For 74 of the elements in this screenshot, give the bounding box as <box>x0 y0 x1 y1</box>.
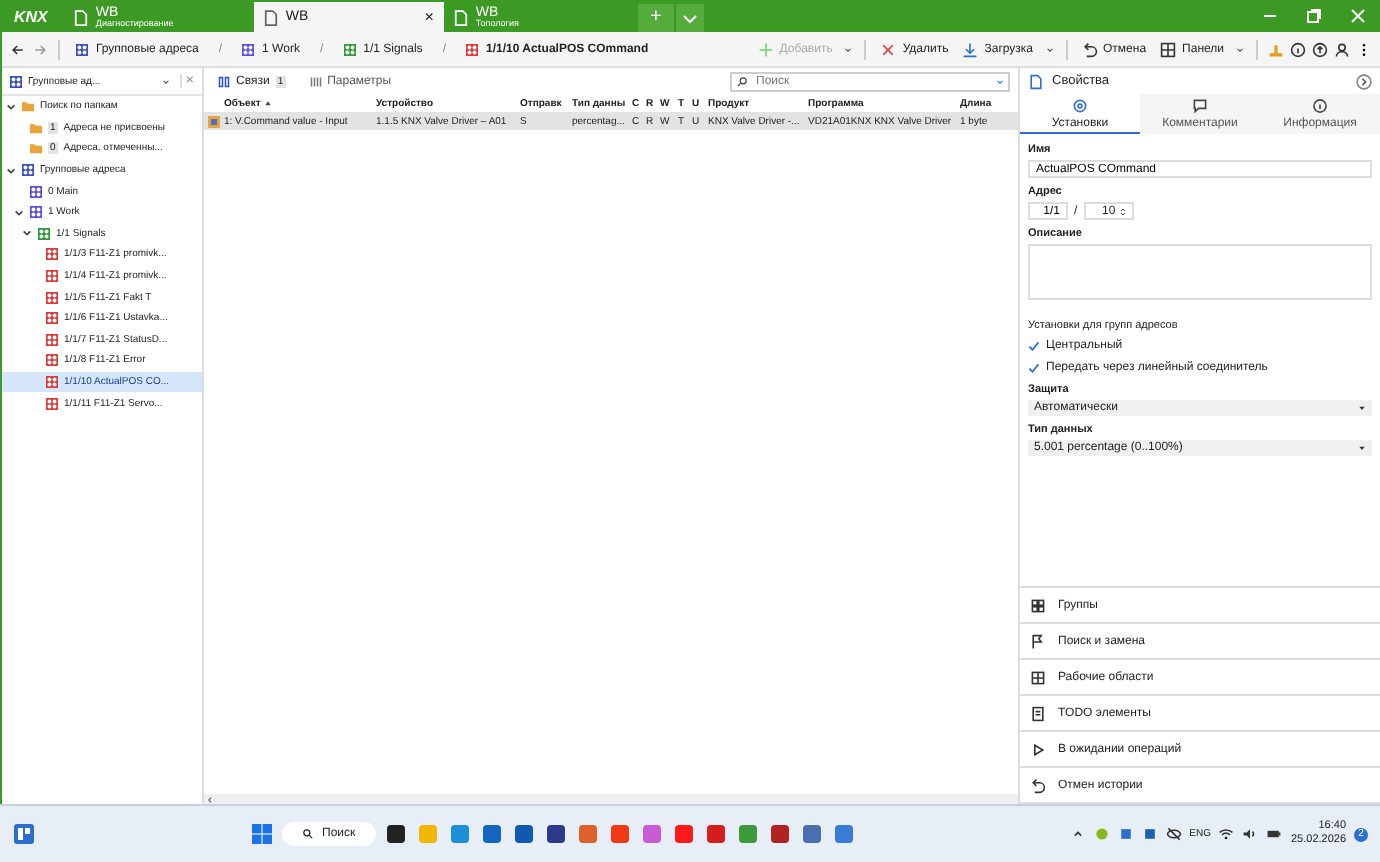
chevron-down-icon[interactable] <box>1234 43 1246 55</box>
document-icon <box>263 9 278 25</box>
document-icon <box>453 9 468 25</box>
back-arrow-icon[interactable] <box>10 41 26 57</box>
delete-icon <box>880 41 897 57</box>
group-address-icon <box>46 270 58 283</box>
chevron-down-icon[interactable] <box>6 101 16 112</box>
chevron-down-icon[interactable] <box>14 207 24 218</box>
chevron-down-icon[interactable] <box>842 43 855 55</box>
app-icon[interactable] <box>543 822 568 846</box>
volume-icon[interactable] <box>1242 826 1259 842</box>
comment-icon <box>1192 98 1208 114</box>
plus-icon <box>757 41 774 57</box>
group-address-icon <box>30 185 42 198</box>
group-address-icon <box>465 43 478 55</box>
group-address-icon <box>76 43 88 55</box>
groups-icon <box>1030 597 1046 613</box>
search-icon <box>736 75 748 87</box>
group-address-icon <box>343 43 356 55</box>
document-icon <box>73 9 88 25</box>
group-address-icon <box>46 291 58 304</box>
close-icon[interactable] <box>1348 6 1368 26</box>
info-icon[interactable] <box>1290 41 1306 57</box>
gear-icon <box>1072 97 1088 113</box>
group-address-icon <box>46 354 58 367</box>
group-address-icon <box>46 312 58 325</box>
battery-icon[interactable] <box>1266 826 1283 842</box>
knx-logo: KNX <box>12 7 50 25</box>
checkbox[interactable] <box>1028 361 1040 373</box>
app-icon[interactable] <box>511 822 536 846</box>
collapse-icon[interactable] <box>1356 73 1372 89</box>
dropdown-arrow-icon <box>1358 444 1366 452</box>
info-icon <box>1312 98 1328 114</box>
widgets-icon[interactable] <box>12 822 36 846</box>
upload-icon[interactable] <box>1312 41 1328 57</box>
undo-icon <box>1081 41 1098 57</box>
group-address-icon <box>46 248 58 261</box>
columns-icon <box>309 75 322 87</box>
search-icon <box>302 828 314 840</box>
group-address-icon <box>30 206 42 219</box>
links-icon <box>218 75 230 87</box>
chevron-down-icon[interactable] <box>22 228 32 239</box>
group-address-icon <box>46 376 58 389</box>
description-field[interactable] <box>1028 244 1372 300</box>
user-icon[interactable] <box>1334 41 1350 57</box>
chevron-down-icon[interactable] <box>994 75 1006 87</box>
chevron-up-icon[interactable] <box>1069 826 1086 842</box>
restore-icon[interactable] <box>1304 6 1324 26</box>
group-address-icon <box>242 43 255 55</box>
scroll-left-icon[interactable] <box>204 793 216 804</box>
group-address-icon <box>38 227 50 240</box>
workspaces-icon <box>1030 669 1046 685</box>
object-icon <box>208 115 220 127</box>
start-icon[interactable] <box>250 822 274 846</box>
group-address-icon <box>22 164 34 177</box>
group-address-icon <box>46 333 58 346</box>
document-icon <box>1028 73 1044 89</box>
checkbox[interactable] <box>1028 339 1040 351</box>
wifi-icon[interactable] <box>1218 826 1235 842</box>
chevron-down-icon[interactable] <box>6 165 16 176</box>
chevron-down-icon[interactable] <box>1043 43 1056 55</box>
eye-off-icon[interactable] <box>1165 826 1182 842</box>
chevron-down-icon <box>159 75 172 87</box>
group-address-icon <box>10 75 22 87</box>
dropdown-arrow-icon <box>1358 404 1366 412</box>
search-icon <box>1030 633 1046 649</box>
forward-arrow-icon[interactable] <box>32 41 48 57</box>
app-icon[interactable] <box>383 822 408 846</box>
todo-icon <box>1030 705 1046 721</box>
grid-icon <box>1160 41 1177 57</box>
pending-icon <box>1030 741 1046 757</box>
history-icon <box>1030 777 1046 793</box>
download-icon <box>962 41 979 57</box>
group-address-icon <box>46 397 58 410</box>
